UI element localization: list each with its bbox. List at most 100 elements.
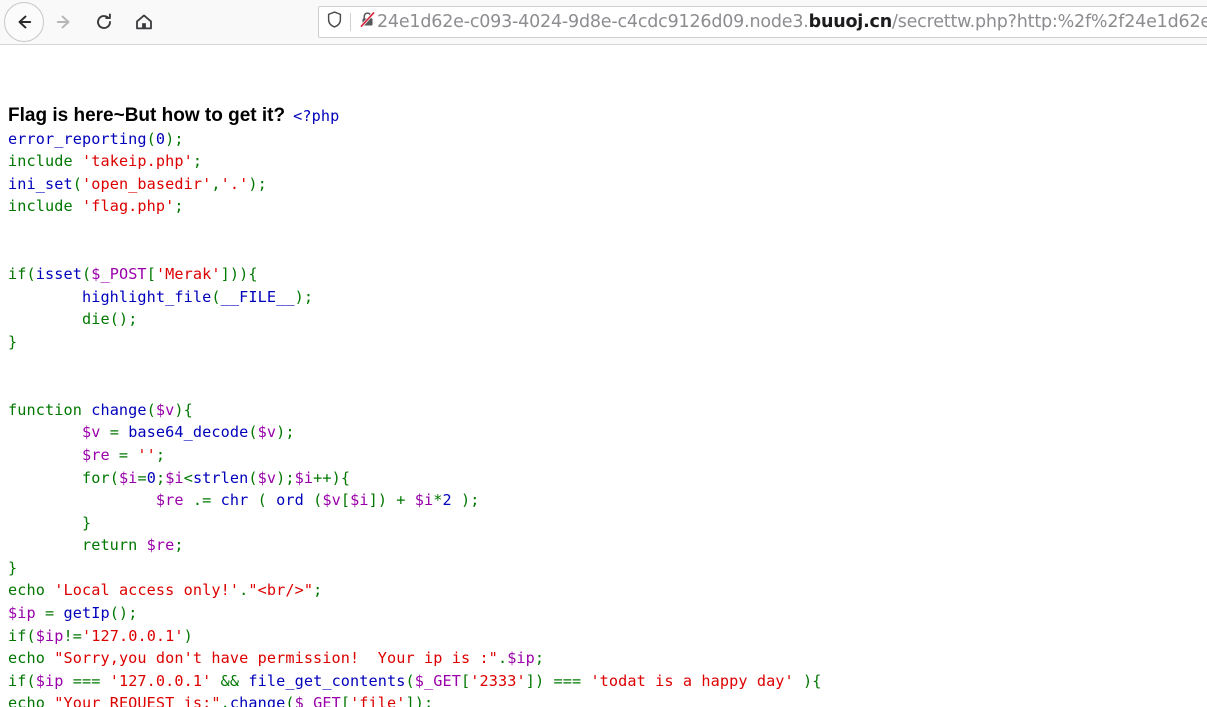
code-token: = — [35, 604, 64, 623]
code-token: echo — [8, 694, 45, 707]
code-token: "Your REQUEST is:" — [54, 694, 221, 707]
code-token: ++){ — [313, 468, 351, 487]
code-token: } — [81, 513, 92, 532]
back-button[interactable] — [4, 2, 44, 42]
code-token: 'Merak' — [155, 265, 221, 284]
code-token: ord — [276, 491, 304, 510]
url-text[interactable]: 24e1d62e-c093-4024-9d8e-c4cdc9126d09.nod… — [377, 7, 1207, 37]
code-token: if — [8, 626, 27, 645]
code-token: ; — [285, 468, 295, 487]
forward-button[interactable] — [44, 2, 84, 42]
code-token: ( — [211, 287, 221, 306]
code-token: 0 — [146, 468, 156, 487]
code-token: === — [63, 671, 110, 690]
code-token: strlen — [192, 468, 249, 487]
php-source-listing: <?php error_reporting(0); include 'takei… — [8, 105, 822, 707]
home-button[interactable] — [124, 2, 164, 42]
code-token: ( — [248, 468, 258, 487]
code-line: highlight_file(__FILE__); — [8, 288, 313, 306]
code-token: if — [8, 671, 27, 690]
code-line: include 'flag.php'; — [8, 197, 184, 215]
code-line: if($ip!='127.0.0.1') — [8, 627, 193, 645]
code-token: 'flag.php' — [81, 197, 175, 216]
code-token: change — [229, 694, 286, 707]
code-token: file_get_contents — [248, 671, 406, 690]
shield-icon[interactable] — [325, 10, 344, 34]
code-token: ( — [26, 626, 36, 645]
code-token: __FILE__ — [220, 287, 295, 306]
code-token: () — [109, 604, 129, 623]
code-token: 'file' — [350, 694, 406, 707]
code-token: $_POST — [91, 265, 147, 284]
code-token: = — [109, 445, 138, 464]
lock-crossed-icon[interactable] — [358, 10, 377, 34]
code-token: { — [248, 265, 258, 284]
code-token: '127.0.0.1' — [109, 671, 212, 690]
code-line: ini_set('open_basedir','.'); — [8, 175, 267, 193]
code-token: ( — [248, 423, 258, 442]
code-line: echo 'Local access only!'."<br/>"; — [8, 581, 322, 599]
code-token: $v — [257, 468, 277, 487]
address-bar[interactable]: 24e1d62e-c093-4024-9d8e-c4cdc9126d09.nod… — [318, 6, 1207, 38]
reload-button[interactable] — [84, 2, 124, 42]
code-token: $v — [81, 423, 101, 442]
code-token: $re — [146, 536, 175, 555]
code-token: $_GET — [414, 671, 461, 690]
code-token: < — [183, 468, 193, 487]
code-token: ; — [257, 174, 267, 193]
identity-separator — [350, 13, 351, 31]
code-line: echo "Your REQUEST is:".change($_GET['fi… — [8, 694, 433, 707]
code-token: include — [8, 152, 73, 171]
code-token: . — [497, 649, 508, 668]
code-token: ; — [174, 129, 184, 148]
code-token: '127.0.0.1' — [81, 626, 184, 645]
code-token: ; — [174, 197, 184, 216]
code-token: ) — [183, 626, 193, 645]
code-token: [ — [146, 265, 156, 284]
identity-box[interactable] — [325, 10, 377, 34]
code-token: [ — [461, 671, 471, 690]
code-token: ( — [146, 129, 156, 148]
url-prefix: 24e1d62e-c093-4024-9d8e-c4cdc9126d09.nod… — [377, 12, 809, 32]
code-token: if — [8, 265, 27, 284]
code-line: if(isset($_POST['Merak'])){ — [8, 265, 258, 283]
code-token: ( — [303, 491, 323, 510]
code-token: != — [63, 626, 82, 645]
code-token: $ip — [35, 671, 64, 690]
code-token: [ — [340, 491, 351, 510]
code-token: ( — [285, 694, 295, 707]
code-token: "Sorry,you don't have permission! Your i… — [54, 649, 498, 668]
code-line: include 'takeip.php'; — [8, 152, 202, 170]
code-token: ){ — [793, 671, 822, 690]
code-token: [ — [340, 694, 351, 707]
code-token: 'Local access only!' — [54, 581, 240, 600]
code-token: 'takeip.php' — [81, 152, 193, 171]
code-line: $re .= chr ( ord ($v[$i]) + $i*2 ); — [8, 491, 480, 509]
back-arrow-icon — [14, 12, 34, 32]
code-token: $v — [257, 423, 277, 442]
code-token: $i — [118, 468, 138, 487]
code-line: for($i=0;$i<strlen($v);$i++){ — [8, 469, 350, 487]
code-line: if($ip === '127.0.0.1' && file_get_conte… — [8, 672, 822, 690]
code-token: isset — [35, 265, 82, 284]
code-token: $re — [81, 445, 110, 464]
browser-toolbar: 24e1d62e-c093-4024-9d8e-c4cdc9126d09.nod… — [0, 0, 1207, 45]
code-token: ; — [424, 694, 434, 707]
code-token: ]) — [525, 671, 545, 690]
code-token: base64_decode — [128, 423, 249, 442]
code-token: ; — [313, 581, 323, 600]
code-line: $v = base64_decode($v); — [8, 423, 295, 441]
code-token: ; — [303, 287, 314, 306]
code-token: include — [8, 197, 73, 216]
code-token: ( — [109, 468, 119, 487]
code-line: $re = ''; — [8, 446, 165, 464]
home-icon — [134, 12, 154, 32]
code-token: ( — [26, 265, 36, 284]
